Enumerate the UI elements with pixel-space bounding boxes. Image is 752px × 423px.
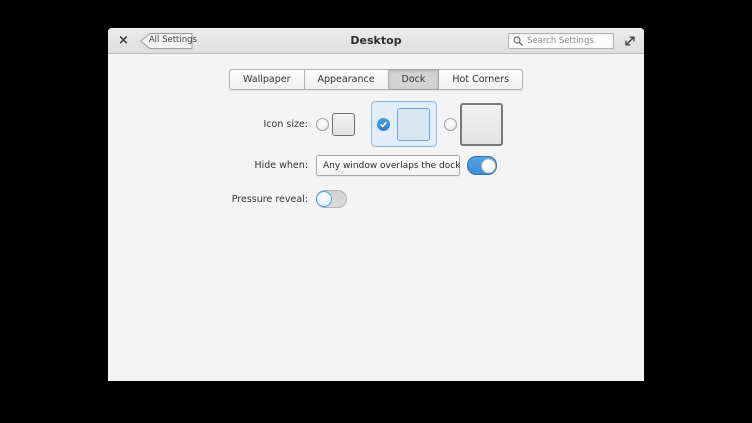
tab-bar: Wallpaper Appearance Dock Hot Corners <box>228 69 524 90</box>
icon-size-large-preview[interactable] <box>460 102 503 146</box>
hide-when-row: Hide when: Any window overlaps the dock <box>108 155 644 176</box>
pressure-reveal-toggle[interactable] <box>316 190 347 208</box>
tab-hot-corners[interactable]: Hot Corners <box>439 69 524 90</box>
toggle-knob <box>480 158 496 173</box>
window-title: Desktop <box>350 34 402 47</box>
search-input[interactable]: Search Settings <box>508 32 614 49</box>
icon-size-controls <box>316 101 503 147</box>
content-area: Wallpaper Appearance Dock Hot Corners Ic… <box>108 69 644 208</box>
hide-when-toggle[interactable] <box>467 156 497 175</box>
icon-size-small-preview[interactable] <box>332 112 355 136</box>
close-icon[interactable]: × <box>118 34 129 47</box>
hide-when-controls: Any window overlaps the dock <box>316 155 497 176</box>
icon-size-large-radio[interactable] <box>444 117 457 131</box>
tab-appearance[interactable]: Appearance <box>304 69 389 90</box>
headerbar: × All Settings Desktop Search Settings <box>108 28 644 54</box>
hide-when-selected-value: Any window overlaps the dock <box>323 160 461 171</box>
hide-when-dropdown[interactable]: Any window overlaps the dock <box>316 155 460 176</box>
icon-size-medium-option-selected[interactable] <box>371 101 437 147</box>
search-placeholder: Search Settings <box>527 35 594 46</box>
icon-size-label: Icon size: <box>263 118 309 130</box>
headerbar-right: Search Settings <box>508 32 636 49</box>
icon-size-small-radio[interactable] <box>316 117 329 131</box>
checkmark-icon <box>380 121 387 127</box>
all-settings-label: All Settings <box>148 35 197 45</box>
pressure-reveal-label: Pressure reveal: <box>231 193 308 205</box>
settings-window: × All Settings Desktop Search Settings W… <box>108 28 644 381</box>
all-settings-button[interactable]: All Settings <box>139 32 197 50</box>
search-icon <box>513 35 523 46</box>
tab-wallpaper[interactable]: Wallpaper <box>228 69 305 90</box>
icon-size-medium-preview <box>397 107 430 141</box>
pressure-reveal-controls <box>316 190 347 208</box>
icon-size-row: Icon size: <box>108 101 644 147</box>
radio-checked-icon <box>377 117 390 131</box>
tab-dock[interactable]: Dock <box>388 69 440 90</box>
hide-when-label: Hide when: <box>254 160 308 171</box>
toggle-knob <box>316 191 332 207</box>
expand-icon[interactable] <box>624 35 636 47</box>
pressure-reveal-row: Pressure reveal: <box>108 190 644 208</box>
